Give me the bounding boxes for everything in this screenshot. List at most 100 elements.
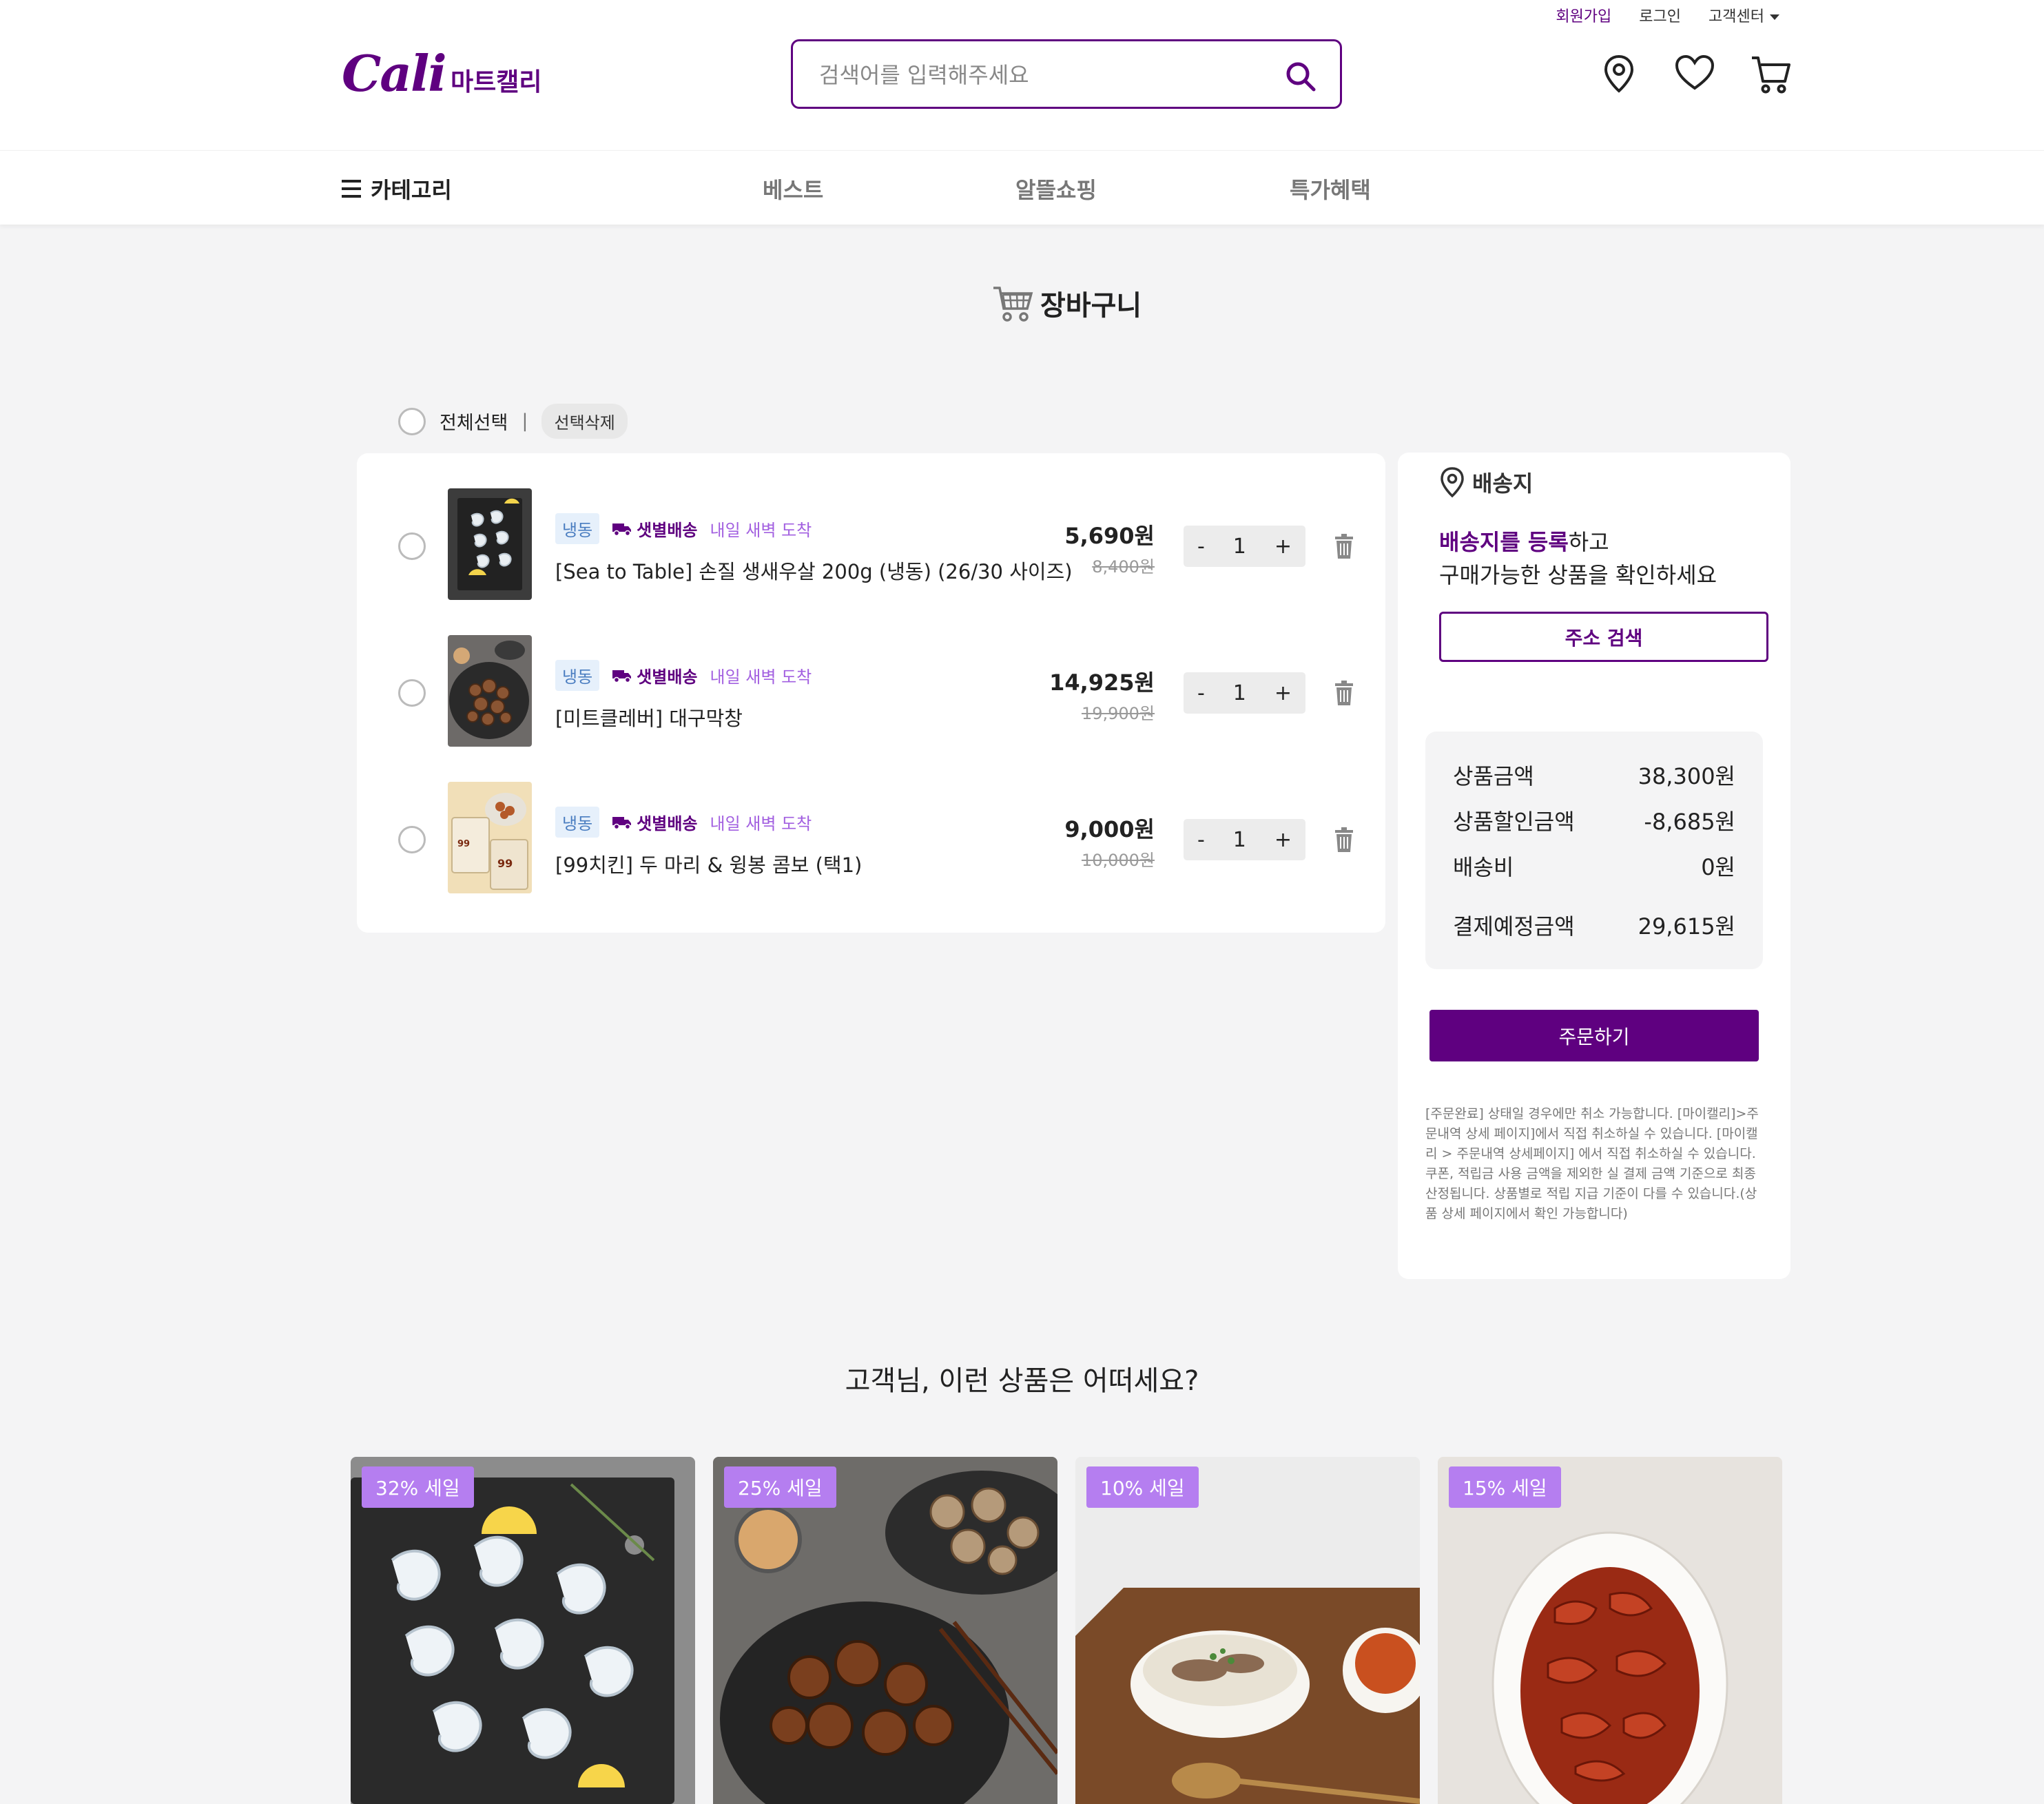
product-image (1438, 1457, 1782, 1804)
cart-icon[interactable] (1750, 52, 1791, 95)
search-input[interactable] (819, 56, 1274, 94)
location-icon[interactable] (1598, 52, 1640, 95)
cancel-notice: [주문완료] 상태일 경우에만 취소 가능합니다. [마이캘리]>주문내역 상세… (1425, 1106, 1759, 1221)
arrival-tag: 내일 새벽 도착 (710, 521, 812, 540)
recommend-card[interactable]: 32% 세일 (351, 1457, 695, 1804)
original-price: 19,900원 (1081, 704, 1155, 723)
quantity-value: 1 (1232, 534, 1246, 559)
svg-text:99: 99 (497, 857, 513, 870)
product-thumbnail[interactable] (448, 488, 532, 600)
select-all-bar: 전체선택 | 선택삭제 (398, 404, 628, 439)
hamburger-icon (342, 180, 361, 198)
tab-bargain[interactable]: 알뜰쇼핑 (1015, 173, 1097, 205)
decrease-button[interactable]: - (1197, 828, 1205, 852)
item-select-radio[interactable] (398, 826, 426, 853)
product-name[interactable]: [99치킨] 두 마리 & 윙봉 콤보 (택1) (555, 849, 862, 878)
discount-badge: 10% 세일 (1086, 1466, 1199, 1508)
summary-value: 38,300원 (1638, 763, 1735, 789)
discount-badge: 32% 세일 (362, 1466, 474, 1508)
product-thumbnail[interactable] (448, 635, 532, 747)
summary-value: -8,685원 (1644, 809, 1735, 835)
cart-item: 냉동 샛별배송 내일 새벽 도착 [Sea to Table] 손질 생새우살 … (357, 488, 1385, 605)
item-tags: 냉동 샛별배송 내일 새벽 도착 (555, 807, 812, 838)
product-image (351, 1457, 695, 1804)
truck-icon (612, 670, 632, 683)
cart-item: 냉동 샛별배송 내일 새벽 도착 [미트클레버] 대구막창 14,925원 19… (357, 635, 1385, 752)
site-header: 회원가입 로그인 고객센터 Cali 마트캘리 (0, 0, 2044, 150)
dawn-delivery-label: 샛별배송 (637, 814, 698, 833)
product-image (1075, 1457, 1420, 1804)
truck-icon (612, 523, 632, 536)
dawn-delivery-tag: 샛별배송 (612, 517, 698, 541)
product-name[interactable]: [미트클레버] 대구막창 (555, 703, 743, 732)
summary-label: 상품할인금액 (1453, 809, 1575, 835)
price-summary: 상품금액 38,300원 상품할인금액 -8,685원 배송비 0원 결제예정금액 29… (1425, 732, 1763, 969)
customer-center-link[interactable]: 고객센터 (1709, 4, 1779, 26)
address-search-button[interactable]: 주소 검색 (1439, 612, 1768, 662)
product-thumbnail[interactable]: 99 99 (448, 782, 532, 893)
order-side-panel: 배송지 배송지를 등록하고 구매가능한 상품을 확인하세요 주소 검색 상품금액… (1398, 453, 1790, 1279)
shipping-title-text: 배송지 (1472, 470, 1534, 497)
logo[interactable]: Cali (342, 44, 447, 103)
arrival-tag: 내일 새벽 도착 (710, 667, 812, 687)
tab-special[interactable]: 특가혜택 (1290, 173, 1371, 205)
summary-label: 상품금액 (1453, 763, 1534, 789)
original-price: 10,000원 (1081, 851, 1155, 870)
mart-label[interactable]: 마트캘리 (451, 62, 541, 98)
cart-list: 냉동 샛별배송 내일 새벽 도착 [Sea to Table] 손질 생새우살 … (357, 453, 1385, 933)
top-links: 회원가입 로그인 고객센터 (1556, 4, 1779, 26)
trash-icon[interactable] (1334, 534, 1354, 559)
summary-row-total: 결제예정금액 29,615원 (1453, 909, 1735, 941)
increase-button[interactable]: + (1274, 535, 1292, 559)
dawn-delivery-label: 샛별배송 (637, 667, 698, 687)
login-link[interactable]: 로그인 (1639, 4, 1681, 26)
frozen-tag: 냉동 (555, 807, 600, 838)
decrease-button[interactable]: - (1197, 535, 1205, 559)
search-icon[interactable] (1285, 61, 1317, 92)
discount-badge: 25% 세일 (724, 1466, 836, 1508)
svg-text:99: 99 (457, 839, 470, 849)
dawn-delivery-label: 샛별배송 (637, 521, 698, 540)
item-select-radio[interactable] (398, 532, 426, 560)
quantity-stepper: - 1 + (1184, 819, 1305, 860)
quantity-stepper: - 1 + (1184, 526, 1305, 567)
heart-icon[interactable] (1674, 52, 1715, 95)
quantity-stepper: - 1 + (1184, 672, 1305, 714)
sale-price: 5,690원 (1064, 523, 1155, 549)
decrease-button[interactable]: - (1197, 681, 1205, 705)
divider: | (522, 411, 528, 432)
price-block: 9,000원 10,000원 (1064, 812, 1155, 871)
quantity-value: 1 (1232, 681, 1246, 705)
recommend-card[interactable]: 15% 세일 (1438, 1457, 1782, 1804)
select-all-label[interactable]: 전체선택 (440, 408, 508, 435)
location-pin-icon (1441, 467, 1464, 498)
summary-label: 배송비 (1453, 854, 1514, 880)
original-price: 8,400원 (1092, 557, 1155, 577)
product-image (713, 1457, 1057, 1804)
product-name[interactable]: [Sea to Table] 손질 생새우살 200g (냉동) (26/30 … (555, 556, 1073, 585)
sale-price: 9,000원 (1064, 816, 1155, 842)
increase-button[interactable]: + (1274, 828, 1292, 852)
trash-icon[interactable] (1334, 827, 1354, 852)
summary-label: 결제예정금액 (1453, 913, 1575, 940)
select-all-radio[interactable] (398, 407, 426, 435)
tab-best[interactable]: 베스트 (763, 173, 823, 205)
trash-icon[interactable] (1334, 681, 1354, 705)
summary-row-product: 상품금액 38,300원 (1453, 759, 1735, 791)
main-nav: 카테고리 베스트 알뜰쇼핑 특가혜택 (0, 150, 2044, 225)
signup-link[interactable]: 회원가입 (1556, 4, 1611, 26)
item-select-radio[interactable] (398, 679, 426, 707)
order-button[interactable]: 주문하기 (1429, 1010, 1759, 1061)
increase-button[interactable]: + (1274, 681, 1292, 705)
truck-icon (612, 816, 632, 829)
recommend-card[interactable]: 25% 세일 (713, 1457, 1057, 1804)
shipping-title: 배송지 (1439, 466, 1533, 498)
recommend-card[interactable]: 10% 세일 (1075, 1457, 1420, 1804)
header-icons (1598, 52, 1791, 95)
shipping-message-rest: 하고 (1568, 529, 1609, 555)
shopping-cart-icon (993, 287, 1033, 322)
search-box (791, 39, 1342, 109)
delete-selected-button[interactable]: 선택삭제 (541, 404, 628, 439)
frozen-tag: 냉동 (555, 513, 600, 544)
category-menu[interactable]: 카테고리 (342, 173, 452, 205)
